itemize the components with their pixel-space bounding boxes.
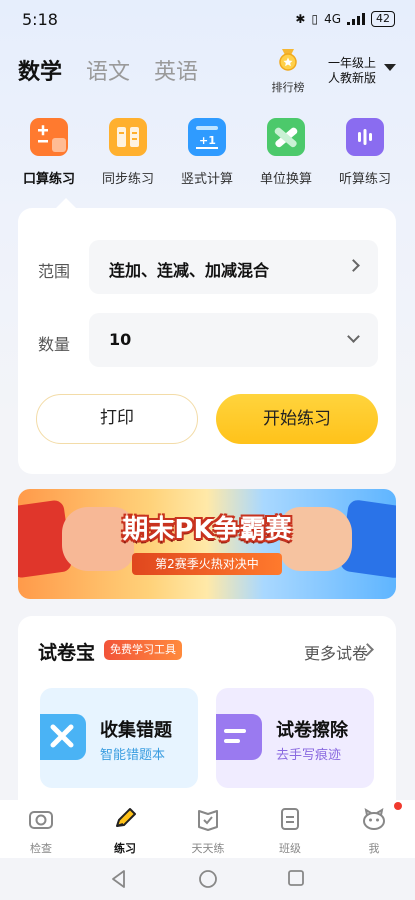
practice-settings-card: 范围 连加、连减、加减混合 数量 10 打印 开始练习 [18,198,396,474]
grade-selector[interactable]: 一年级上 人教新版 [328,56,396,86]
caret-down-icon [384,64,396,71]
home-icon[interactable] [198,869,218,889]
listen-calc-icon [346,118,384,156]
status-bar: 5:18 ✱ ▯ 4G 42 [0,0,415,40]
daily-check-icon [198,810,218,831]
status-icons: ✱ ▯ 4G 42 [295,11,395,27]
section-title: 试卷宝 [38,642,96,664]
erase-paper-button[interactable]: 试卷擦除 去手写痕迹 [216,688,374,788]
exam-tools-card: 试卷宝 免费学习工具 更多试卷 收集错题 智能错题本 试卷擦除 去手写痕迹 [18,616,396,816]
tab-label: 竖式计算 [180,172,233,187]
count-value: 10 [109,330,132,349]
banner-title: 期末PK争霸赛 [122,515,292,545]
tab-unit-convert[interactable]: 单位换算 [246,118,326,187]
banner-subtitle: 第2赛季火热对决中 [155,557,259,571]
oral-calc-icon [30,118,68,156]
tab-label: 听算练习 [338,172,391,187]
leaderboard-label: 排行榜 [271,81,305,94]
practice-type-tabs: 口算练习 同步练习 +1 竖式计算 单位换算 听算练习 [0,118,415,198]
active-tab-pointer [56,198,76,208]
profile-icon [363,807,385,830]
range-selector[interactable]: 连加、连减、加减混合 [89,240,378,294]
notification-dot [394,802,402,810]
free-tool-badge: 免费学习工具 [104,640,182,660]
tab-math[interactable]: 数学 [18,54,62,86]
nav-label: 检查 [30,842,52,855]
nav-label: 班级 [279,842,301,855]
chevron-down-icon [347,330,360,343]
erase-paper-icon [216,714,262,760]
nav-class[interactable]: 班级 [260,806,320,856]
signal-type: 4G [324,12,341,26]
class-icon [281,808,299,830]
pencil-icon [116,808,136,827]
tab-label: 单位换算 [259,172,312,187]
nav-label: 练习 [114,842,136,855]
count-label: 数量 [38,335,71,354]
battery-icon: 42 [371,11,395,27]
unit-convert-icon [267,118,305,156]
nav-label: 我 [368,842,380,855]
tab-listen-calc[interactable]: 听算练习 [325,118,405,187]
medal-icon [279,49,297,71]
bottom-nav: 检查 练习 天天练 班级 我 [0,800,415,858]
subject-tabs: 数学 语文 英语 [18,54,198,86]
nav-profile[interactable]: 我 [344,802,404,856]
status-time: 5:18 [22,10,58,29]
tab-label: 同步练习 [101,172,154,187]
tab-sync-practice[interactable]: 同步练习 [88,118,168,187]
grade-level: 一年级上 [328,56,377,70]
banner-subtitle-bg: 第2赛季火热对决中 [132,553,282,575]
count-selector[interactable]: 10 [89,313,378,367]
print-button[interactable]: 打印 [36,394,198,444]
tab-chinese[interactable]: 语文 [86,54,130,86]
range-label: 范围 [38,262,71,281]
svg-text:+1: +1 [199,134,216,147]
nav-practice[interactable]: 练习 [95,806,155,856]
leaderboard-button[interactable]: 排行榜 [268,48,308,95]
start-practice-button[interactable]: 开始练习 [216,394,378,444]
collect-mistakes-button[interactable]: 收集错题 智能错题本 [40,688,198,788]
signal-icon [347,13,365,25]
bluetooth-icon: ✱ [295,12,306,26]
range-value: 连加、连减、加减混合 [109,261,270,280]
tool-title: 收集错题 [100,720,172,741]
vertical-calc-icon: +1 [188,118,226,156]
tab-oral-calc[interactable]: 口算练习 [9,118,89,187]
tab-label: 口算练习 [22,172,75,187]
sync-practice-icon [109,118,147,156]
tool-title: 试卷擦除 [276,720,348,741]
chevron-right-icon [347,259,360,272]
tool-subtitle: 去手写痕迹 [276,748,342,763]
collect-mistakes-icon [40,714,86,760]
recents-icon[interactable] [287,869,305,887]
textbook-edition: 人教新版 [328,71,377,85]
nav-check[interactable]: 检查 [11,806,71,856]
tab-english[interactable]: 英语 [154,54,198,86]
back-icon[interactable] [110,869,128,889]
nav-label: 天天练 [191,842,225,855]
pk-contest-banner[interactable]: 期末PK争霸赛 第2赛季火热对决中 [18,489,396,599]
camera-icon [29,811,53,829]
tab-vertical-calc[interactable]: +1 竖式计算 [167,118,247,187]
nav-daily-practice[interactable]: 天天练 [178,806,238,856]
tool-subtitle: 智能错题本 [100,748,166,763]
more-papers-link[interactable]: 更多试卷 [304,640,368,664]
system-nav-bar [0,858,415,900]
vibrate-icon: ▯ [311,12,319,26]
